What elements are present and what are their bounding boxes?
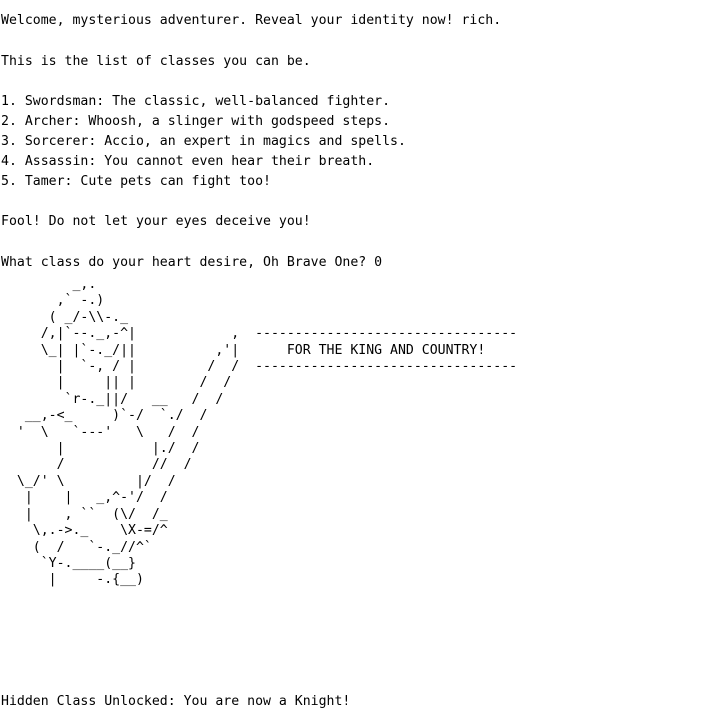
class-option-assassin: 4. Assassin: You cannot even hear their … (1, 154, 375, 169)
terminal-window: Welcome, mysterious adventurer. Reveal y… (0, 0, 713, 723)
class-prompt: What class do your heart desire, Oh Brav… (1, 255, 383, 270)
class-option-sorcerer: 3. Sorcerer: Accio, an expert in magics … (1, 134, 406, 149)
class-option-swordsman: 1. Swordsman: The classic, well-balanced… (1, 94, 391, 109)
warning-text: Fool! Do not let your eyes deceive you! (1, 214, 311, 229)
welcome-text: Welcome, mysterious adventurer. Reveal y… (1, 13, 502, 28)
class-list-intro: This is the list of classes you can be. (1, 54, 311, 69)
class-option-archer: 2. Archer: Whoosh, a slinger with godspe… (1, 114, 391, 129)
class-option-tamer: 5. Tamer: Cute pets can fight too! (1, 174, 271, 189)
knight-ascii-art: _,. ,` -.) ( _/-\\-._ /,|`--._,-^| , ---… (16, 277, 518, 588)
result-text: Hidden Class Unlocked: You are now a Kni… (1, 694, 351, 709)
